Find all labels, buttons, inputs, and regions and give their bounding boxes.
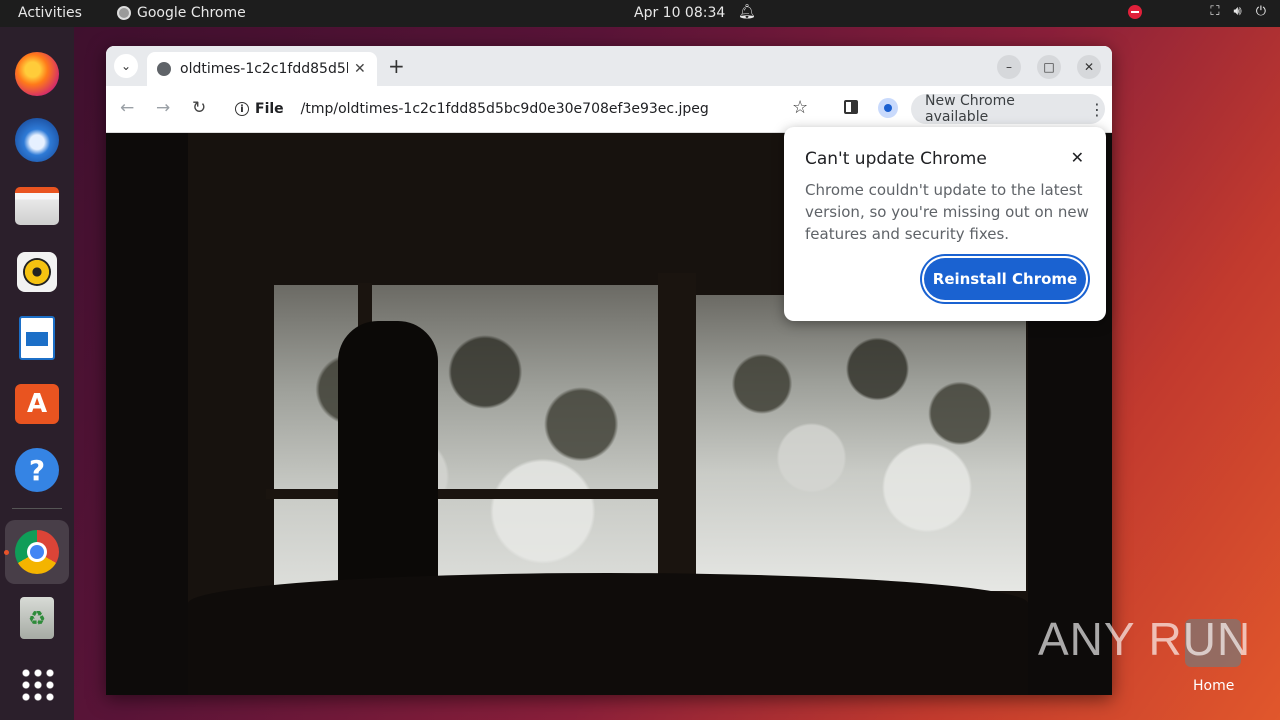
omnibox-scheme: File <box>255 101 284 117</box>
tab-search-button[interactable]: ⌄ <box>114 54 138 78</box>
close-tab-icon[interactable]: ✕ <box>354 61 366 77</box>
notification-bell-icon[interactable]: 🔔︎ <box>738 4 756 20</box>
forward-button[interactable]: → <box>156 98 170 118</box>
files-icon <box>15 187 59 225</box>
dock-divider <box>12 508 62 509</box>
watermark: ANY RUN <box>1038 613 1252 665</box>
dock-item-help[interactable]: ? <box>11 444 63 496</box>
new-tab-button[interactable]: + <box>388 54 405 78</box>
help-icon: ? <box>15 448 59 492</box>
update-chip-label: New Chrome available <box>925 93 1015 125</box>
tab-title: oldtimes-1c2c1fdd85d5bc9d0e30e708ef3e93e… <box>180 61 348 77</box>
clock[interactable]: Apr 10 08:34 <box>634 5 725 21</box>
chrome-icon <box>15 530 59 574</box>
reload-button[interactable]: ↻ <box>192 98 206 118</box>
minimize-button[interactable]: – <box>997 55 1021 79</box>
rhythmbox-icon <box>17 252 57 292</box>
omnibox-url[interactable]: /tmp/oldtimes-1c2c1fdd85d5bc9d0e30e708ef… <box>301 101 709 117</box>
dock: A ? ♻ <box>0 27 74 720</box>
back-button[interactable]: ← <box>120 98 134 118</box>
profile-avatar[interactable] <box>878 98 898 118</box>
dock-item-show-apps[interactable] <box>11 658 63 710</box>
window-frame <box>266 489 666 499</box>
app-store-icon: A <box>15 384 59 424</box>
volume-icon: 🔊︎ <box>1233 4 1242 19</box>
dock-item-writer[interactable] <box>11 312 63 364</box>
firefox-icon <box>15 52 59 96</box>
dock-item-firefox[interactable] <box>11 48 63 100</box>
tab-strip: ⌄ oldtimes-1c2c1fdd85d5bc9d0e30e708ef3e9… <box>106 46 1112 86</box>
system-tray[interactable]: ⛶ 🔊︎ ⏻ <box>1128 4 1266 19</box>
app-grid-icon <box>20 667 54 701</box>
writer-icon <box>19 316 55 360</box>
top-bar: Activities Google Chrome Apr 10 08:34 🔔︎… <box>0 0 1280 27</box>
bookmark-star-icon[interactable]: ☆ <box>792 97 808 118</box>
app-name: Google Chrome <box>137 5 246 21</box>
dialog-close-icon[interactable]: ✕ <box>1071 148 1084 167</box>
dock-item-files[interactable] <box>11 180 63 232</box>
running-indicator <box>4 550 9 555</box>
info-icon[interactable]: i <box>235 102 249 116</box>
side-panel-icon[interactable] <box>844 100 858 114</box>
dock-item-thunderbird[interactable] <box>11 114 63 166</box>
chrome-small-icon <box>117 6 131 20</box>
dock-item-chrome[interactable] <box>5 520 69 584</box>
thunderbird-icon <box>15 118 59 162</box>
foreground <box>188 573 1028 695</box>
globe-icon <box>157 62 171 76</box>
update-chip[interactable]: New Chrome available ⋮ <box>911 93 1105 125</box>
dock-item-trash[interactable]: ♻ <box>11 592 63 644</box>
window-pane-right <box>696 295 1026 591</box>
maximize-icon: □ <box>1043 60 1055 74</box>
power-icon: ⏻ <box>1255 4 1266 19</box>
tab-active[interactable]: oldtimes-1c2c1fdd85d5bc9d0e30e708ef3e93e… <box>147 52 377 86</box>
more-vert-icon: ⋮ <box>1089 99 1105 119</box>
trash-icon: ♻ <box>20 597 54 639</box>
omnibox[interactable]: i File /tmp/oldtimes-1c2c1fdd85d5bc9d0e3… <box>229 94 825 124</box>
dialog-title: Can't update Chrome <box>805 149 987 169</box>
reinstall-chrome-button[interactable]: Reinstall Chrome <box>924 258 1086 300</box>
minimize-icon: – <box>1006 60 1012 74</box>
do-not-disturb-icon <box>1128 4 1143 19</box>
maximize-button[interactable]: □ <box>1037 55 1061 79</box>
dock-item-app-center[interactable]: A <box>11 378 63 430</box>
close-icon: ✕ <box>1083 60 1095 74</box>
chevron-down-icon: ⌄ <box>120 59 132 73</box>
close-window-button[interactable]: ✕ <box>1077 55 1101 79</box>
toolbar: ← → ↻ i File /tmp/oldtimes-1c2c1fdd85d5b… <box>106 86 1112 133</box>
app-menu[interactable]: Google Chrome <box>117 5 246 21</box>
home-label[interactable]: Home <box>1193 678 1234 694</box>
person-icon <box>884 104 892 112</box>
update-failed-dialog: Can't update Chrome ✕ Chrome couldn't up… <box>784 127 1106 321</box>
network-icon: ⛶ <box>1210 4 1220 19</box>
dialog-body: Chrome couldn't update to the latest ver… <box>805 181 1089 243</box>
activities-button[interactable]: Activities <box>18 5 82 21</box>
dock-item-rhythmbox[interactable] <box>11 246 63 298</box>
